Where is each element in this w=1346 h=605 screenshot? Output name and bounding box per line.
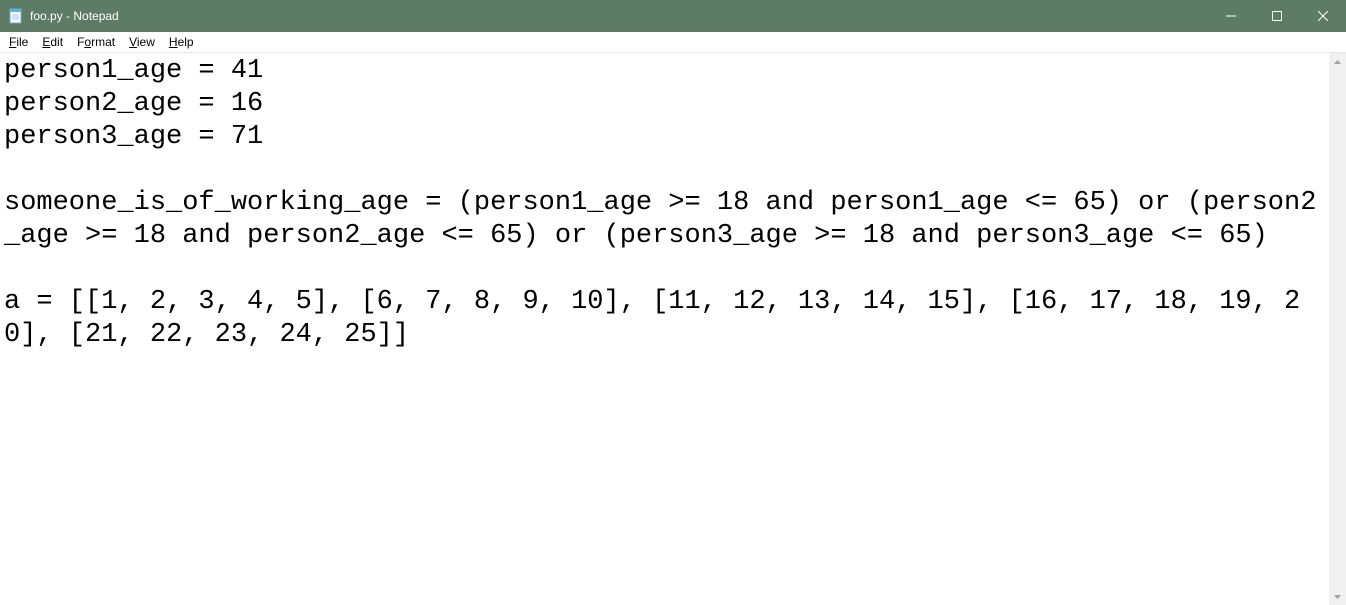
minimize-button[interactable]	[1208, 0, 1254, 32]
scroll-track[interactable]	[1329, 70, 1346, 588]
scroll-down-arrow[interactable]	[1329, 588, 1346, 605]
menu-view[interactable]: View	[122, 33, 162, 51]
vertical-scrollbar[interactable]	[1329, 53, 1346, 605]
scroll-up-arrow[interactable]	[1329, 53, 1346, 70]
menu-format[interactable]: Format	[70, 33, 122, 51]
titlebar[interactable]: foo.py - Notepad	[0, 0, 1346, 32]
maximize-button[interactable]	[1254, 0, 1300, 32]
window-controls	[1208, 0, 1346, 32]
notepad-icon	[8, 8, 24, 24]
menu-file[interactable]: File	[2, 33, 35, 51]
menu-help[interactable]: Help	[162, 33, 201, 51]
content-area: person1_age = 41 person2_age = 16 person…	[0, 53, 1346, 605]
menu-edit[interactable]: Edit	[35, 33, 70, 51]
menubar: File Edit Format View Help	[0, 32, 1346, 53]
window-title: foo.py - Notepad	[30, 9, 1208, 23]
close-button[interactable]	[1300, 0, 1346, 32]
text-editor[interactable]: person1_age = 41 person2_age = 16 person…	[0, 53, 1329, 605]
